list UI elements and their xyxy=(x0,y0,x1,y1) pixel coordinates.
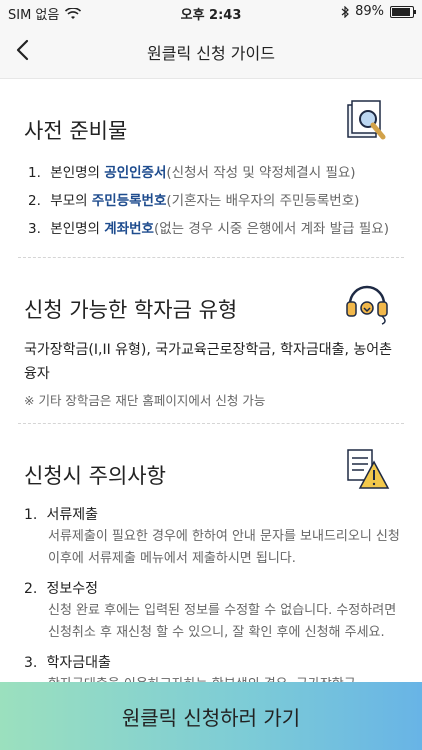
apply-button[interactable]: 원클릭 신청하러 가기 xyxy=(0,682,422,750)
guide-content[interactable]: 사전 준비물 1. 본인명의 공인인증서(신청서 작성 및 약정체결시 필요) … xyxy=(0,79,422,682)
prep-item-2: 2. 부모의 주민등록번호(기혼자는 배우자의 주민등록번호) xyxy=(28,193,360,209)
prep-item-3: 3. 본인명의 계좌번호(없는 경우 시중 은행에서 계좌 발급 필요) xyxy=(28,221,389,237)
caution-item-3: 3. 학자금대출 학자금대출을 이용하고자하는 학부생의 경우, 국가장학금 xyxy=(24,655,356,682)
battery-percent: 89% xyxy=(355,4,384,19)
navigation-bar: 원클릭 신청 가이드 xyxy=(0,24,422,79)
caution-item-2: 2. 정보수정 신청 완료 후에는 입력된 정보를 수정할 수 없습니다. 수정… xyxy=(24,581,397,640)
bluetooth-icon xyxy=(341,5,349,18)
prep-section: 사전 준비물 1. 본인명의 공인인증서(신청서 작성 및 약정체결시 필요) … xyxy=(18,79,404,257)
status-bar: SIM 없음 오후 2:43 89% xyxy=(0,0,422,24)
caution-item-1: 1. 서류제출 서류제출이 필요한 경우에 한하여 안내 문자를 보내드리오니 … xyxy=(24,507,400,566)
types-section: 신청 가능한 학자금 유형 국가장학금(I,II 유형), 국가교육근로장학금,… xyxy=(18,258,404,423)
prep-item-1: 1. 본인명의 공인인증서(신청서 작성 및 약정체결시 필요) xyxy=(28,165,356,181)
battery-fill xyxy=(392,7,410,16)
types-note: ※ 기타 장학금은 재단 홈페이지에서 신청 가능 xyxy=(24,393,266,408)
page-title: 원클릭 신청 가이드 xyxy=(147,44,275,63)
types-text: 국가장학금(I,II 유형), 국가교육근로장학금, 학자금대출, 농어촌융자 xyxy=(24,342,393,382)
warning-document-icon xyxy=(347,449,390,489)
battery-icon xyxy=(390,5,416,18)
document-magnifier-icon xyxy=(347,100,386,140)
headphones-icon xyxy=(346,285,388,325)
cautions-section: 신청시 주의사항 1. 서류제출 서류제출이 필요한 경우에 한하여 안내 문자… xyxy=(18,424,404,682)
